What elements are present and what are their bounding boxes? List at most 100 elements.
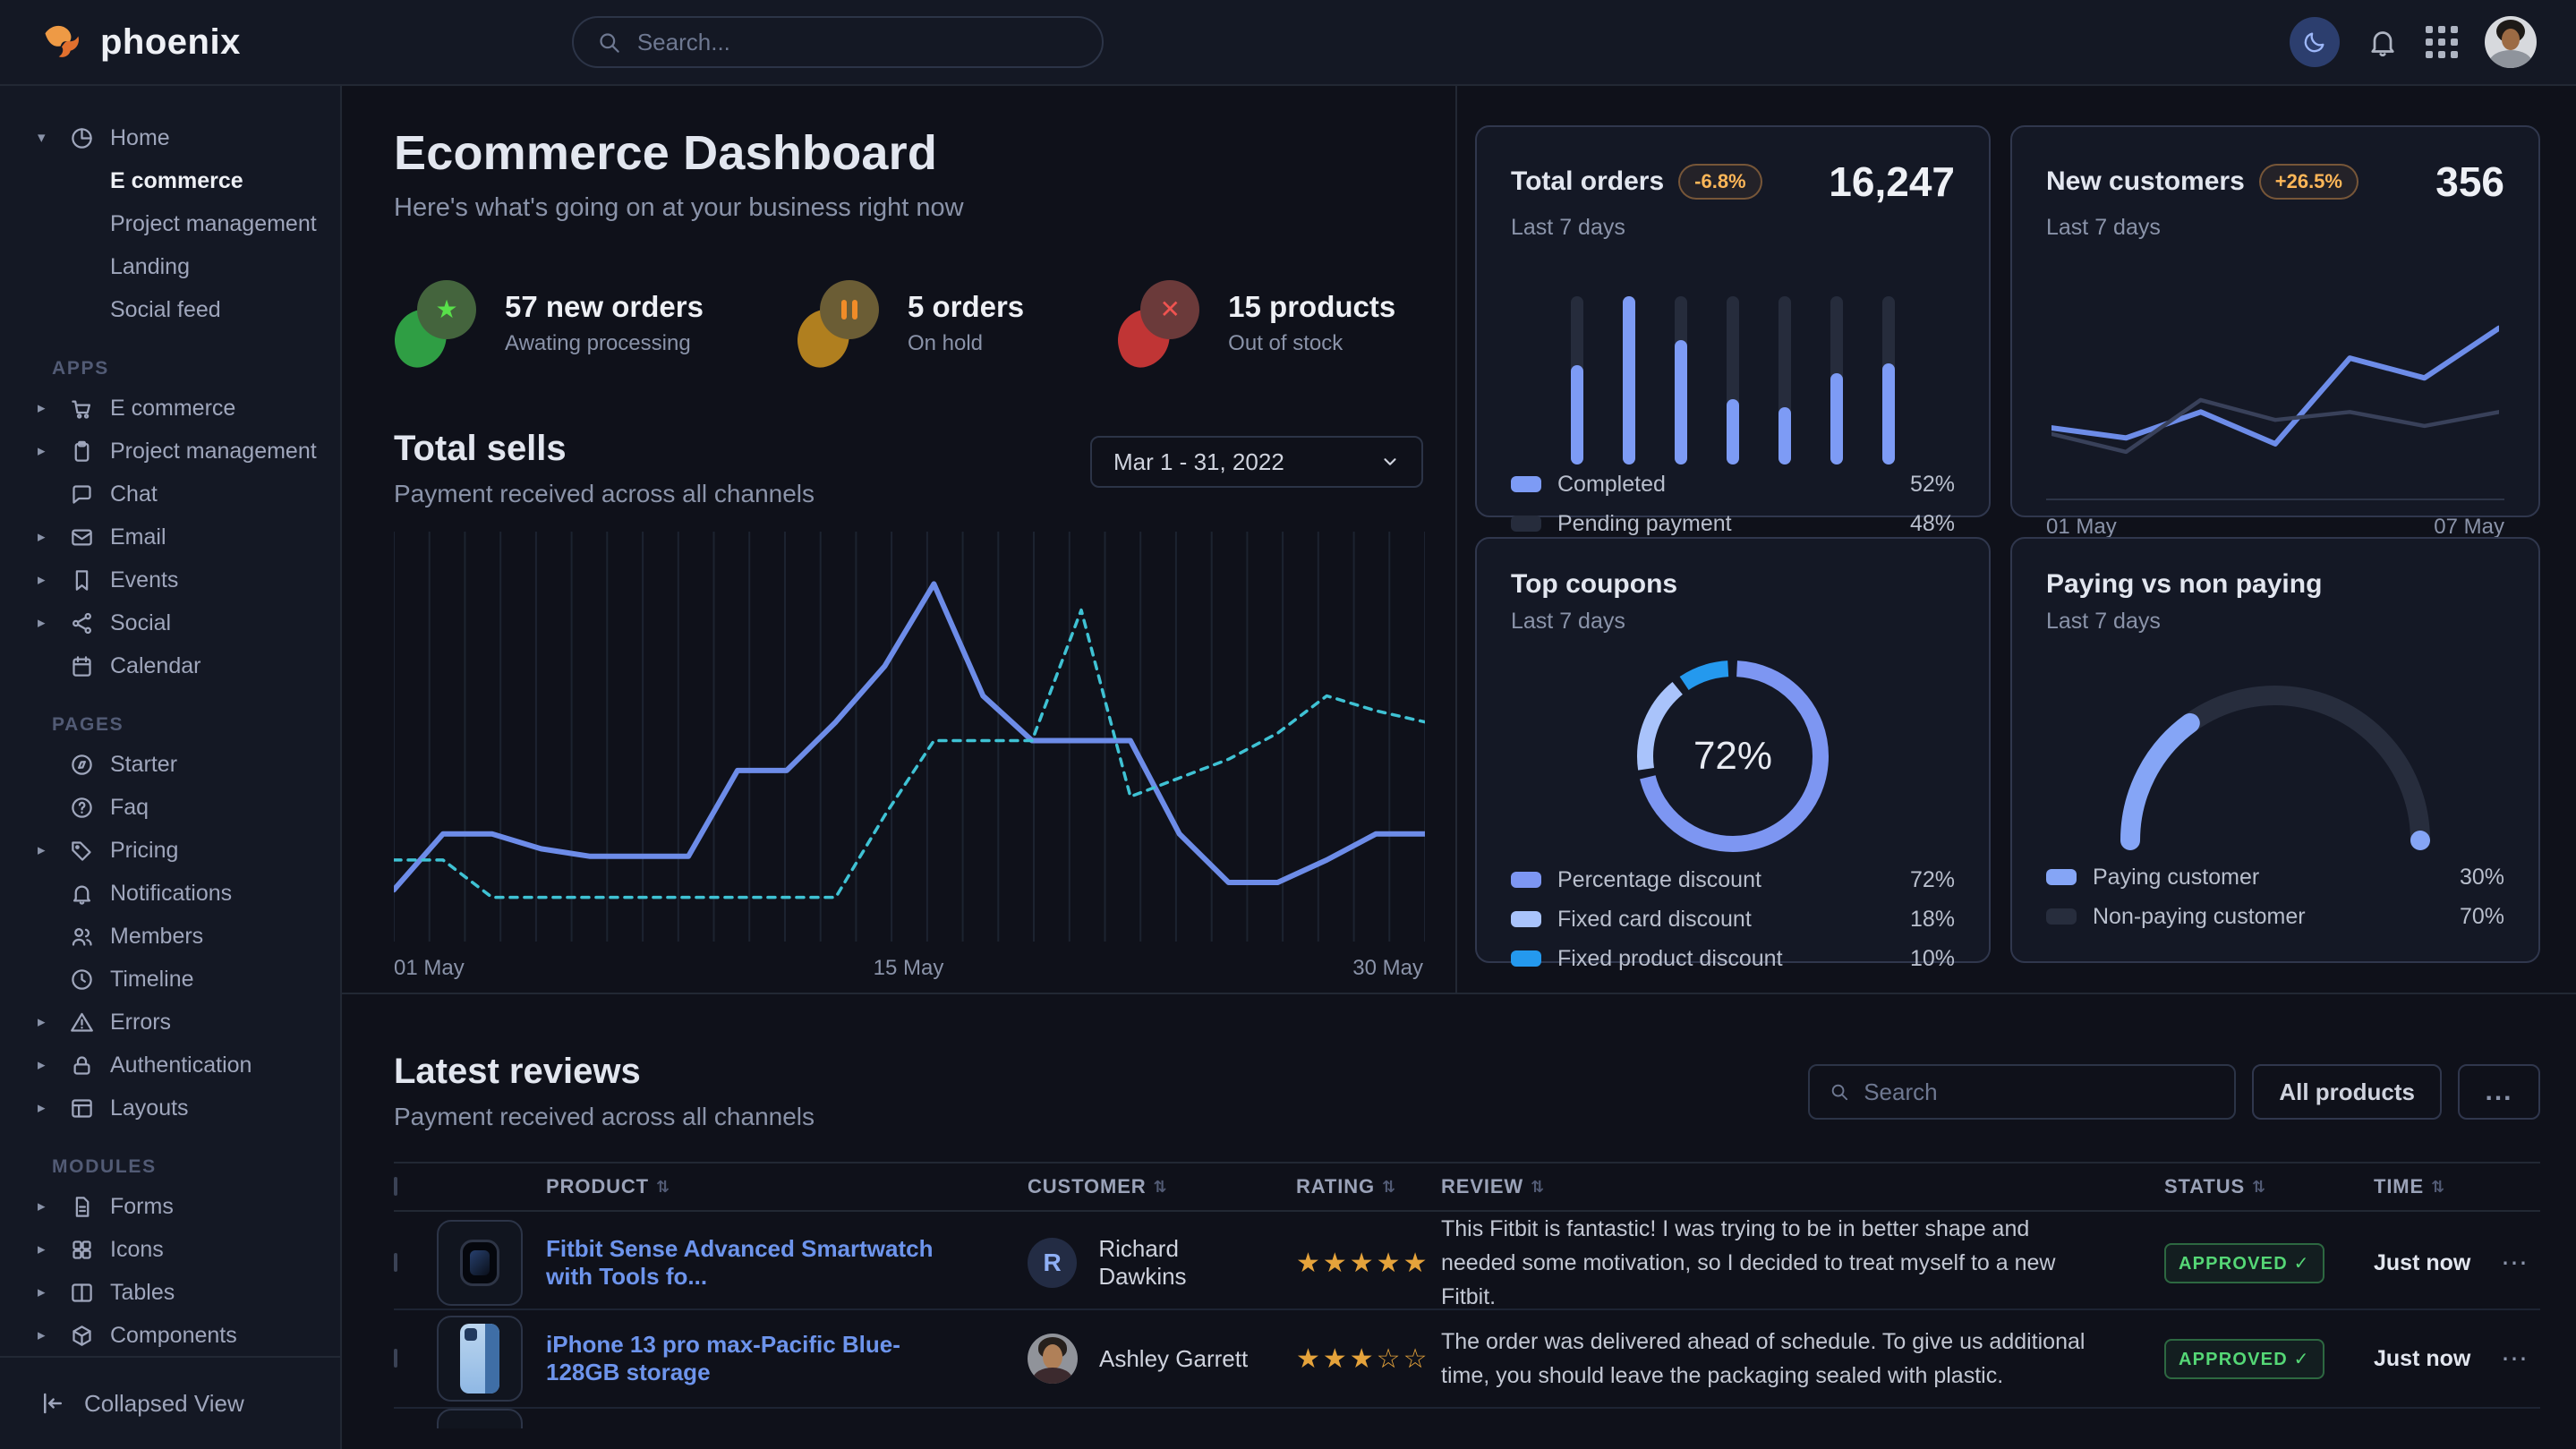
sidebar-item-ecommerce-home[interactable]: E commerce xyxy=(38,159,322,202)
squares-grid-icon xyxy=(70,1238,94,1262)
table-icon xyxy=(70,1281,94,1305)
sidebar-item-authentication[interactable]: ▸Authentication xyxy=(38,1044,322,1087)
column-review[interactable]: REVIEW⇅ xyxy=(1441,1175,2121,1198)
caret-right-icon: ▸ xyxy=(38,528,54,546)
app: phoenix ▾ xyxy=(0,0,2576,1449)
sidebar-item-tables[interactable]: ▸Tables xyxy=(38,1271,322,1314)
sidebar-item-calendar[interactable]: Calendar xyxy=(38,644,322,687)
caret-right-icon: ▸ xyxy=(38,1099,54,1117)
customers-x-axis: 01 May 07 May xyxy=(2046,515,2504,540)
reviews-title: Latest reviews xyxy=(394,1052,815,1092)
date-range-select[interactable]: Mar 1 - 31, 2022 xyxy=(1090,436,1423,488)
envelope-icon xyxy=(70,525,94,550)
customers-line-chart xyxy=(2046,275,2504,500)
theme-toggle-button[interactable] xyxy=(2290,17,2340,67)
sidebar-item-email[interactable]: ▸Email xyxy=(38,516,322,558)
column-status[interactable]: STATUS⇅ xyxy=(2121,1175,2336,1198)
coupons-center-label: 72% xyxy=(1629,652,1837,860)
customer-avatar: R xyxy=(1028,1238,1077,1288)
column-customer[interactable]: CUSTOMER⇅ xyxy=(994,1175,1271,1198)
sidebar-item-errors[interactable]: ▸Errors xyxy=(38,1001,322,1044)
sidebar-item-home[interactable]: ▾ Home xyxy=(38,116,322,159)
sidebar-item-forms[interactable]: ▸Forms xyxy=(38,1185,322,1228)
status-badge: APPROVED ✓ xyxy=(2164,1243,2324,1283)
sidebar-heading-pages: PAGES xyxy=(52,714,322,736)
sidebar-item-timeline[interactable]: Timeline xyxy=(38,958,322,1001)
all-products-button[interactable]: All products xyxy=(2252,1064,2442,1120)
moon-icon xyxy=(2302,30,2327,55)
x-circle-icon: ✕ xyxy=(1117,280,1203,366)
row-checkbox[interactable] xyxy=(394,1349,397,1368)
table-row: iPhone 13 pro max-Pacific Blue-128GB sto… xyxy=(394,1310,2540,1409)
page-subtitle: Here's what's going on at your business … xyxy=(394,193,1423,223)
warning-triangle-icon xyxy=(70,1010,94,1035)
file-text-icon xyxy=(70,1195,94,1219)
sidebar-item-faq[interactable]: Faq xyxy=(38,786,322,829)
pause-icon xyxy=(797,280,883,366)
notifications-button[interactable] xyxy=(2367,26,2399,58)
collapse-sidebar-button[interactable]: Collapsed View xyxy=(0,1356,340,1449)
sidebar-item-landing[interactable]: Landing xyxy=(38,245,322,288)
customer-cell: R Richard Dawkins xyxy=(994,1235,1271,1291)
sort-icon: ⇅ xyxy=(656,1178,670,1197)
global-search-input[interactable] xyxy=(637,29,1079,56)
sidebar-item-events[interactable]: ▸Events xyxy=(38,558,322,601)
apps-grid-button[interactable] xyxy=(2426,26,2458,58)
coupons-donut-chart: 72% xyxy=(1629,652,1837,860)
reviews-more-button[interactable]: ... xyxy=(2458,1064,2540,1120)
status-badge: APPROVED ✓ xyxy=(2164,1339,2324,1379)
paying-card: Paying vs non paying Last 7 days Payi xyxy=(2010,537,2540,963)
layout-icon xyxy=(70,1096,94,1121)
new-customers-badge: +26.5% xyxy=(2259,164,2358,200)
sidebar-heading-apps: APPS xyxy=(52,358,322,379)
total-sells-chart: 01 May 15 May 30 May xyxy=(394,532,1423,981)
rating-stars: ★★★★★ xyxy=(1271,1248,1441,1279)
global-search[interactable] xyxy=(572,16,1104,68)
sidebar-item-icons[interactable]: ▸Icons xyxy=(38,1228,322,1271)
reviews-search[interactable] xyxy=(1808,1064,2236,1120)
sidebar-item-members[interactable]: Members xyxy=(38,915,322,958)
paying-gauge-chart xyxy=(2105,674,2445,857)
sidebar-item-project-management[interactable]: ▸Project management xyxy=(38,430,322,473)
column-time[interactable]: TIME⇅ xyxy=(2336,1175,2488,1198)
legend-fixed-product-discount: Fixed product discount 10% xyxy=(1511,939,1955,978)
sidebar-item-project-management-home[interactable]: Project management xyxy=(38,202,322,245)
row-menu-button[interactable]: ⋯ xyxy=(2488,1248,2540,1279)
product-thumbnail-smartwatch xyxy=(437,1220,523,1306)
sidebar-item-layouts[interactable]: ▸Layouts xyxy=(38,1087,322,1129)
row-checkbox[interactable] xyxy=(394,1253,397,1272)
column-rating[interactable]: RATING⇅ xyxy=(1271,1175,1441,1198)
legend-percentage-discount: Percentage discount 72% xyxy=(1511,860,1955,899)
sidebar-item-components[interactable]: ▸Components xyxy=(38,1314,322,1357)
sidebar-item-social-feed[interactable]: Social feed xyxy=(38,288,322,331)
sidebar-item-pricing[interactable]: ▸Pricing xyxy=(38,829,322,872)
reviews-search-input[interactable] xyxy=(1864,1078,2214,1106)
product-link[interactable]: Fitbit Sense Advanced Smartwatch with To… xyxy=(546,1235,994,1291)
row-menu-button[interactable]: ⋯ xyxy=(2488,1343,2540,1375)
legend-completed: Completed 52% xyxy=(1511,465,1955,504)
new-customers-value: 356 xyxy=(2435,158,2504,206)
caret-right-icon: ▸ xyxy=(38,1056,54,1074)
stat-out-of-stock: ✕ 15 products Out of stock xyxy=(1117,280,1395,366)
reviews-table: PRODUCT⇅ CUSTOMER⇅ RATING⇅ REVIEW⇅ STATU… xyxy=(394,1162,2540,1428)
users-icon xyxy=(70,925,94,949)
page-title: Ecommerce Dashboard xyxy=(394,125,1423,181)
product-link[interactable]: iPhone 13 pro max-Pacific Blue-128GB sto… xyxy=(546,1331,994,1386)
sort-icon: ⇅ xyxy=(1531,1178,1545,1197)
sidebar-item-chat[interactable]: Chat xyxy=(38,473,322,516)
sidebar-item-starter[interactable]: Starter xyxy=(38,743,322,786)
caret-down-icon: ▾ xyxy=(38,129,54,147)
sidebar-item-ecommerce[interactable]: ▸E commerce xyxy=(38,387,322,430)
grid-icon xyxy=(2426,26,2458,58)
user-avatar[interactable] xyxy=(2485,16,2537,68)
search-icon xyxy=(1830,1081,1849,1103)
caret-right-icon: ▸ xyxy=(38,614,54,632)
review-time: Just now xyxy=(2336,1346,2488,1372)
caret-right-icon: ▸ xyxy=(38,571,54,589)
sidebar-item-social[interactable]: ▸Social xyxy=(38,601,322,644)
brand[interactable]: phoenix xyxy=(39,19,241,65)
sidebar-item-notifications[interactable]: Notifications xyxy=(38,872,322,915)
column-product[interactable]: PRODUCT⇅ xyxy=(546,1175,994,1198)
customer-avatar xyxy=(1028,1334,1078,1384)
select-all-checkbox[interactable] xyxy=(394,1177,397,1196)
